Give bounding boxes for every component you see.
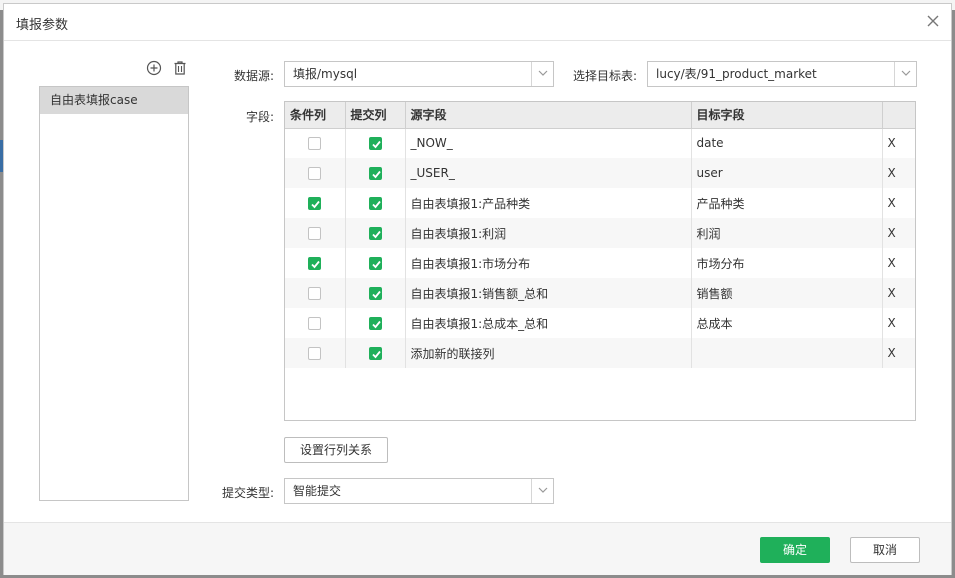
target-field-cell[interactable]: 总成本 [691, 308, 883, 338]
submit-type-label: 提交类型: [221, 486, 274, 500]
table-row: 添加新的联接列 X [285, 338, 915, 368]
delete-row-icon[interactable]: X [882, 128, 915, 158]
condition-cell [285, 278, 346, 308]
target-field-cell[interactable]: 销售额 [691, 278, 883, 308]
delete-row-icon[interactable]: X [882, 248, 915, 278]
source-field-cell: 自由表填报1:销售额_总和 [405, 278, 692, 308]
submit-checkbox[interactable] [368, 227, 382, 240]
condition-checkbox[interactable] [308, 317, 322, 330]
dialog-footer: 确定 取消 [4, 522, 951, 575]
chevron-down-icon[interactable] [531, 62, 553, 86]
target-field-cell[interactable] [691, 338, 883, 368]
target-field-cell[interactable]: 利润 [691, 218, 883, 248]
table-row: _NOW_ date X [285, 128, 915, 158]
submit-checkbox[interactable] [368, 137, 382, 151]
source-field-cell: 自由表填报1:产品种类 [405, 188, 692, 218]
source-field-cell: _NOW_ [405, 128, 692, 158]
submit-cell [345, 188, 406, 218]
submit-cell [345, 338, 406, 368]
delete-row-icon[interactable]: X [882, 338, 915, 368]
datasource-select[interactable]: 填报/mysql [284, 61, 554, 87]
grid-header-row: 条件列 提交列 源字段 目标字段 [285, 102, 915, 129]
submit-checkbox[interactable] [368, 347, 382, 360]
submit-checkbox[interactable] [368, 197, 382, 210]
submit-cell [345, 218, 406, 248]
set-relation-button[interactable]: 设置行列关系 [284, 437, 388, 463]
delete-row-icon[interactable]: X [882, 308, 915, 338]
cancel-button[interactable]: 取消 [850, 537, 920, 563]
condition-checkbox[interactable] [308, 347, 322, 360]
target-field-cell[interactable]: 产品种类 [691, 188, 883, 218]
target-table-value: lucy/表/91_product_market [656, 67, 817, 81]
source-field-cell: 添加新的联接列 [405, 338, 692, 368]
table-row: _USER_ user X [285, 158, 915, 188]
table-row: 自由表填报1:销售额_总和 销售额 X [285, 278, 915, 308]
condition-checkbox[interactable] [308, 227, 322, 240]
delete-row-icon[interactable]: X [882, 188, 915, 218]
fields-label: 字段: [245, 110, 274, 124]
condition-checkbox[interactable] [308, 167, 322, 180]
submit-type-value: 智能提交 [293, 484, 342, 498]
header-action [882, 102, 915, 129]
field-mapping-grid: 条件列 提交列 源字段 目标字段 _NOW_ date X _USER_ user X 自由… [284, 101, 916, 421]
datasource-label: 数据源: [233, 69, 274, 83]
source-field-cell: 自由表填报1:市场分布 [405, 248, 692, 278]
dialog-header: 填报参数 [4, 4, 951, 41]
header-target-field: 目标字段 [691, 102, 883, 129]
close-icon[interactable] [925, 13, 941, 29]
submit-checkbox[interactable] [368, 167, 382, 180]
dialog-title: 填报参数 [16, 18, 69, 33]
table-row: 自由表填报1:市场分布 市场分布 X [285, 248, 915, 278]
delete-row-icon[interactable]: X [882, 278, 915, 308]
submit-cell [345, 248, 406, 278]
submit-checkbox[interactable] [368, 287, 382, 300]
delete-row-icon[interactable]: X [882, 218, 915, 248]
source-field-cell: 自由表填报1:总成本_总和 [405, 308, 692, 338]
target-field-cell[interactable]: user [691, 158, 883, 188]
table-row: 自由表填报1:产品种类 产品种类 X [285, 188, 915, 218]
target-table-select[interactable]: lucy/表/91_product_market [647, 61, 917, 87]
submit-cell [345, 308, 406, 338]
fill-params-dialog: 填报参数 自由表填报case 数据源: 填报/mysql 选择目标表: lucy… [3, 3, 952, 575]
header-source-field: 源字段 [405, 102, 692, 129]
condition-checkbox[interactable] [308, 287, 322, 300]
datasource-value: 填报/mysql [293, 67, 358, 81]
condition-cell [285, 128, 346, 158]
source-field-cell: 自由表填报1:利润 [405, 218, 692, 248]
target-field-cell[interactable]: 市场分布 [691, 248, 883, 278]
case-list: 自由表填报case [39, 86, 189, 501]
header-submit: 提交列 [345, 102, 406, 129]
table-row: 自由表填报1:利润 利润 X [285, 218, 915, 248]
condition-checkbox[interactable] [308, 257, 322, 270]
chevron-down-icon[interactable] [894, 62, 916, 86]
condition-cell [285, 248, 346, 278]
header-condition: 条件列 [285, 102, 346, 129]
list-item[interactable]: 自由表填报case [40, 87, 188, 114]
condition-cell [285, 188, 346, 218]
list-toolbar [146, 60, 190, 78]
condition-cell [285, 158, 346, 188]
condition-cell [285, 338, 346, 368]
condition-checkbox[interactable] [308, 197, 322, 210]
target-field-cell[interactable]: date [691, 128, 883, 158]
condition-cell [285, 218, 346, 248]
chevron-down-icon[interactable] [531, 479, 553, 503]
trash-icon[interactable] [172, 60, 188, 76]
submit-type-select[interactable]: 智能提交 [284, 478, 554, 504]
delete-row-icon[interactable]: X [882, 158, 915, 188]
table-row: 自由表填报1:总成本_总和 总成本 X [285, 308, 915, 338]
add-circle-icon[interactable] [146, 60, 162, 76]
submit-checkbox[interactable] [368, 257, 382, 270]
submit-cell [345, 128, 406, 158]
ok-button[interactable]: 确定 [760, 537, 830, 563]
condition-checkbox[interactable] [308, 137, 322, 151]
condition-cell [285, 308, 346, 338]
submit-cell [345, 278, 406, 308]
submit-checkbox[interactable] [368, 317, 382, 330]
target-table-label: 选择目标表: [572, 69, 637, 83]
source-field-cell: _USER_ [405, 158, 692, 188]
submit-cell [345, 158, 406, 188]
